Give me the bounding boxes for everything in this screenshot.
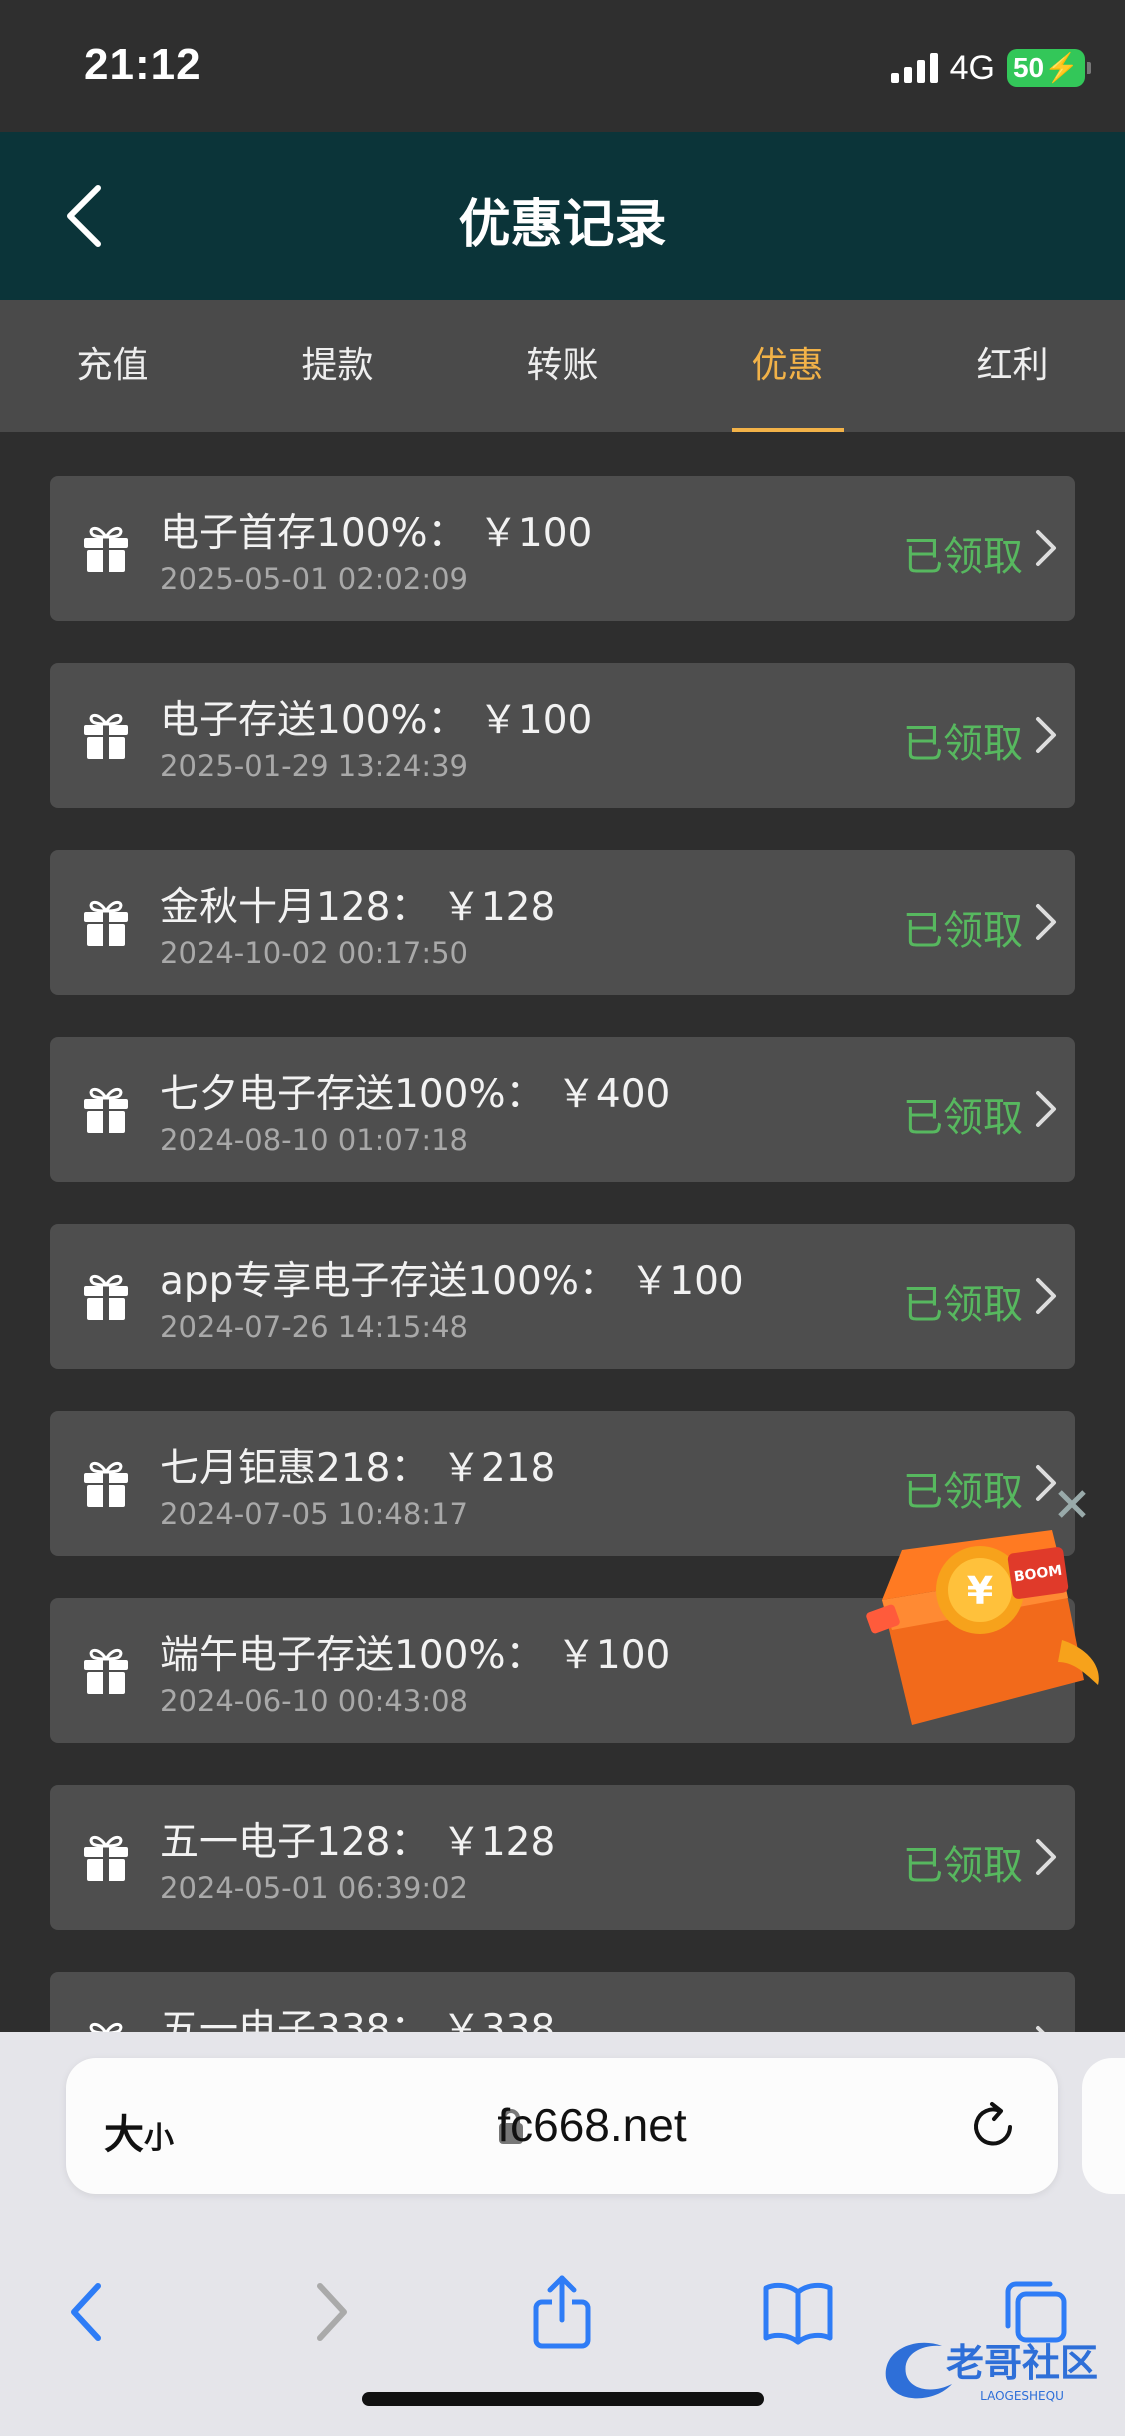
gift-icon [84, 713, 128, 759]
record-item[interactable]: 五一电子128： ￥128 2024-05-01 06:39:02 已领取 [50, 1785, 1075, 1930]
url-text: fc668.net [66, 2098, 1058, 2152]
status-time: 21:12 [84, 40, 202, 89]
svg-text:¥: ¥ [967, 1569, 993, 1613]
promo-gift-icon: ¥ BOOM [866, 1490, 1099, 1725]
status-indicators: 4G 50⚡ [890, 46, 1092, 90]
battery-level: 50 [1012, 52, 1045, 83]
page-title: 优惠记录 [458, 195, 667, 255]
reload-icon[interactable] [966, 2100, 1020, 2154]
nav-header: 优惠记录 [0, 132, 1125, 300]
gift-icon [84, 526, 128, 572]
record-title: 七夕电子存送100%： ￥400 [160, 1072, 671, 1117]
gift-icon [84, 1648, 128, 1694]
record-time: 2024-10-02 00:17:50 [160, 936, 468, 970]
battery-icon: 50⚡ [1006, 49, 1092, 87]
record-title: 金秋十月128： ￥128 [160, 885, 556, 930]
tab-transfer[interactable]: 转账 [450, 300, 675, 432]
gift-icon [84, 1087, 128, 1133]
record-status: 已领取 [903, 1282, 1023, 1328]
record-item[interactable]: 金秋十月128： ￥128 2024-10-02 00:17:50 已领取 [50, 850, 1075, 995]
record-list: 电子首存100%： ￥100 2025-05-01 02:02:09 已领取 电… [50, 476, 1075, 2159]
record-time: 2024-07-05 10:48:17 [160, 1497, 468, 1531]
record-title: 七月钜惠218： ￥218 [160, 1446, 556, 1491]
address-bar[interactable]: 大小 fc668.net [66, 2058, 1058, 2194]
record-time: 2024-05-01 06:39:02 [160, 1871, 468, 1905]
browser-forward-icon[interactable] [290, 2272, 370, 2352]
gift-icon [84, 1461, 128, 1507]
record-time: 2025-01-29 13:24:39 [160, 749, 468, 783]
record-title: app专享电子存送100%： ￥100 [160, 1259, 744, 1304]
tab-bar: 充值 提款 转账 优惠 红利 [0, 300, 1125, 432]
chevron-right-icon [1036, 530, 1056, 566]
home-indicator [362, 2392, 764, 2406]
next-tab-peek[interactable] [1082, 2058, 1125, 2194]
share-icon[interactable] [522, 2272, 602, 2352]
watermark-text: 老哥社区 [946, 2341, 1098, 2385]
watermark-logo: 老哥社区 LAOGESHEQU [885, 2341, 1098, 2403]
status-bar: 21:12 4G 50⚡ [0, 0, 1125, 132]
gift-icon [84, 900, 128, 946]
browser-back-icon[interactable] [48, 2272, 128, 2352]
record-time: 2024-08-10 01:07:18 [160, 1123, 468, 1157]
tab-promotions[interactable]: 优惠 [675, 300, 900, 432]
record-item[interactable]: 电子首存100%： ￥100 2025-05-01 02:02:09 已领取 [50, 476, 1075, 621]
gift-icon [84, 1835, 128, 1881]
record-time: 2024-06-10 00:43:08 [160, 1684, 468, 1718]
chevron-right-icon [1036, 717, 1056, 753]
record-title: 五一电子128： ￥128 [160, 1820, 556, 1865]
tab-deposit[interactable]: 充值 [0, 300, 225, 432]
chevron-right-icon [1036, 1278, 1056, 1314]
record-status: 已领取 [903, 721, 1023, 767]
record-time: 2024-07-26 14:15:48 [160, 1310, 468, 1344]
promo-floating-gift[interactable]: ¥ BOOM [862, 1480, 1112, 1740]
chevron-right-icon [1036, 1839, 1056, 1875]
network-label: 4G [949, 48, 995, 87]
bookmarks-icon[interactable] [758, 2272, 838, 2352]
record-time: 2025-05-01 02:02:09 [160, 562, 468, 596]
record-status: 已领取 [903, 1095, 1023, 1141]
watermark-sub: LAOGESHEQU [980, 2389, 1064, 2403]
record-item[interactable]: 电子存送100%： ￥100 2025-01-29 13:24:39 已领取 [50, 663, 1075, 808]
record-status: 已领取 [903, 534, 1023, 580]
record-item[interactable]: 七夕电子存送100%： ￥400 2024-08-10 01:07:18 已领取 [50, 1037, 1075, 1182]
gift-icon [84, 1274, 128, 1320]
record-item[interactable]: app专享电子存送100%： ￥100 2024-07-26 14:15:48 … [50, 1224, 1075, 1369]
tab-withdraw[interactable]: 提款 [225, 300, 450, 432]
record-title: 端午电子存送100%： ￥100 [160, 1633, 671, 1678]
record-status: 已领取 [903, 908, 1023, 954]
tab-bonus[interactable]: 红利 [900, 300, 1125, 432]
chevron-right-icon [1036, 904, 1056, 940]
chevron-right-icon [1036, 1091, 1056, 1127]
record-title: 电子存送100%： ￥100 [160, 698, 593, 743]
record-status: 已领取 [903, 1843, 1023, 1889]
signal-icon [890, 53, 938, 83]
record-title: 电子首存100%： ￥100 [160, 511, 593, 556]
url-label: fc668.net [497, 2099, 687, 2151]
